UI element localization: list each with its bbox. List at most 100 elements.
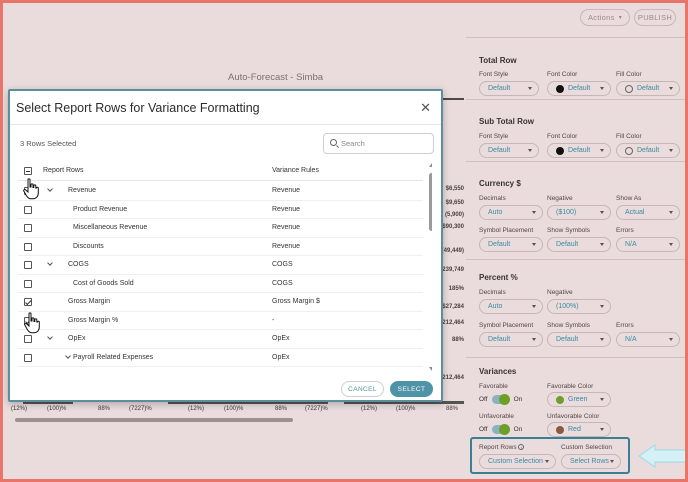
- table-row[interactable]: Payroll Related Expenses OpEx: [18, 349, 423, 367]
- row-checkbox[interactable]: [24, 205, 32, 214]
- scroll-up-icon[interactable]: [429, 163, 432, 167]
- currency-decimals-dropdown[interactable]: Auto: [479, 205, 543, 220]
- chevron-down-icon[interactable]: [47, 260, 53, 266]
- dropdown-value: N/A: [625, 241, 637, 248]
- app-frame: Actions ▾ PUBLISH Auto-Forecast - Simba …: [3, 3, 685, 479]
- percent-symbol-placement-dropdown[interactable]: Default: [479, 332, 543, 347]
- caret-down-icon: [532, 305, 536, 308]
- favorable-color-dropdown[interactable]: Green: [547, 392, 611, 407]
- caret-down-icon: [600, 243, 604, 246]
- publish-button[interactable]: PUBLISH: [634, 9, 676, 26]
- subtotal-font-color-dropdown[interactable]: Default: [547, 143, 611, 158]
- table-row[interactable]: Miscellaneous Revenue Revenue: [18, 219, 423, 238]
- subtotal-font-style-dropdown[interactable]: Default: [479, 143, 539, 158]
- field-label: Show As: [616, 195, 642, 202]
- color-swatch-icon: [556, 84, 564, 93]
- close-icon[interactable]: ✕: [420, 101, 431, 114]
- vertical-scrollbar[interactable]: [428, 161, 432, 373]
- total-fill-color-dropdown[interactable]: Default: [616, 81, 680, 96]
- row-checkbox[interactable]: [24, 279, 32, 288]
- dropdown-value: Default: [488, 147, 511, 154]
- currency-errors-dropdown[interactable]: N/A: [616, 237, 680, 252]
- select-button[interactable]: SELECT: [390, 381, 433, 397]
- toggle-on-label: On: [513, 426, 523, 433]
- row-checkbox[interactable]: [24, 353, 32, 362]
- row-checkbox[interactable]: [24, 261, 32, 269]
- color-swatch-icon: [625, 84, 633, 93]
- select-all-checkbox[interactable]: [24, 167, 32, 175]
- chevron-down-icon[interactable]: [47, 334, 53, 340]
- currency-symbol-placement-dropdown[interactable]: Default: [479, 237, 543, 252]
- table-row[interactable]: Cost of Goods Sold COGS: [18, 275, 423, 293]
- dropdown-value: (100%): [556, 303, 579, 310]
- caret-down-icon: [600, 87, 604, 90]
- percent-show-symbols-dropdown[interactable]: Default: [547, 332, 611, 347]
- currency-negative-dropdown[interactable]: ($100): [547, 205, 611, 220]
- field-label: Negative: [547, 195, 573, 202]
- caret-down-icon: [600, 305, 604, 308]
- table-row[interactable]: Gross Margin % -: [18, 312, 423, 330]
- scroll-thumb[interactable]: [429, 173, 432, 231]
- row-name: COGS: [68, 261, 89, 268]
- unfavorable-toggle[interactable]: [491, 424, 510, 435]
- cancel-button[interactable]: CANCEL: [341, 381, 384, 397]
- dropdown-value: Default: [637, 147, 660, 154]
- unfavorable-color-dropdown[interactable]: Red: [547, 422, 611, 437]
- color-swatch-icon: [556, 395, 564, 404]
- total-font-color-dropdown[interactable]: Default: [547, 81, 611, 96]
- search-input[interactable]: Search: [323, 133, 434, 154]
- percent-negative-dropdown[interactable]: (100%): [547, 299, 611, 314]
- favorable-toggle[interactable]: [491, 394, 510, 405]
- field-label: Decimals: [479, 195, 506, 202]
- total-font-style-dropdown[interactable]: Default: [479, 81, 539, 96]
- formatting-panel: Total Row Font Style Font Color Fill Col…: [466, 37, 685, 479]
- chevron-down-icon: ▾: [618, 15, 622, 21]
- section-title: Sub Total Row: [479, 117, 534, 126]
- dropdown-value: Default: [488, 336, 511, 343]
- report-cell: 88%: [446, 406, 459, 412]
- field-label: Favorable Color: [547, 383, 594, 390]
- table-row[interactable]: OpEx OpEx: [18, 330, 423, 349]
- dropdown-value: Auto: [488, 209, 503, 216]
- dropdown-value: ($100): [556, 209, 577, 216]
- selected-count: 3 Rows Selected: [20, 139, 77, 148]
- row-checkbox[interactable]: [24, 298, 32, 306]
- table-row[interactable]: Revenue Revenue: [18, 182, 423, 201]
- table-row[interactable]: Discounts Revenue: [18, 238, 423, 256]
- subtotal-fill-color-dropdown[interactable]: Default: [616, 143, 680, 158]
- toggle-on-label: On: [513, 396, 523, 403]
- dropdown-value: Default: [568, 85, 591, 92]
- row-name: Revenue: [68, 187, 97, 194]
- table-row[interactable]: Gross Margin Gross Margin $: [18, 293, 423, 312]
- row-checkbox[interactable]: [24, 335, 32, 343]
- table-row[interactable]: Product Revenue Revenue: [18, 201, 423, 219]
- field-label: Font Color: [547, 133, 578, 140]
- currency-show-as-dropdown[interactable]: Actual: [616, 205, 680, 220]
- favorable-toggle-row: Off On: [479, 394, 523, 405]
- modal-divider: [10, 124, 441, 125]
- scroll-down-icon[interactable]: [429, 367, 432, 371]
- chevron-down-icon[interactable]: [47, 186, 53, 192]
- horizontal-scrollbar[interactable]: [15, 418, 293, 422]
- field-label: Favorable: [479, 383, 508, 390]
- table-row[interactable]: COGS COGS: [18, 256, 423, 275]
- dropdown-value: Default: [556, 241, 579, 248]
- currency-show-symbols-dropdown[interactable]: Default: [547, 237, 611, 252]
- hand-cursor-icon: [24, 312, 40, 334]
- row-variance-rule: Gross Margin $: [272, 298, 320, 305]
- dropdown-value: Actual: [625, 209, 645, 216]
- field-label: Font Style: [479, 71, 509, 78]
- toggle-off-label: Off: [479, 426, 488, 433]
- row-checkbox[interactable]: [24, 224, 32, 232]
- percent-decimals-dropdown[interactable]: Auto: [479, 299, 543, 314]
- percent-errors-dropdown[interactable]: N/A: [616, 332, 680, 347]
- report-cell: 88%: [275, 406, 288, 412]
- row-name: Product Revenue: [73, 205, 128, 213]
- field-label: Unfavorable: [479, 413, 515, 420]
- sub-total-row-section: Sub Total Row Font Style Font Color Fill…: [466, 99, 685, 161]
- actions-button[interactable]: Actions ▾: [580, 9, 630, 26]
- row-checkbox[interactable]: [24, 242, 32, 251]
- dropdown-value: Default: [568, 147, 591, 154]
- chevron-down-icon[interactable]: [65, 352, 71, 359]
- section-title: Total Row: [479, 56, 517, 65]
